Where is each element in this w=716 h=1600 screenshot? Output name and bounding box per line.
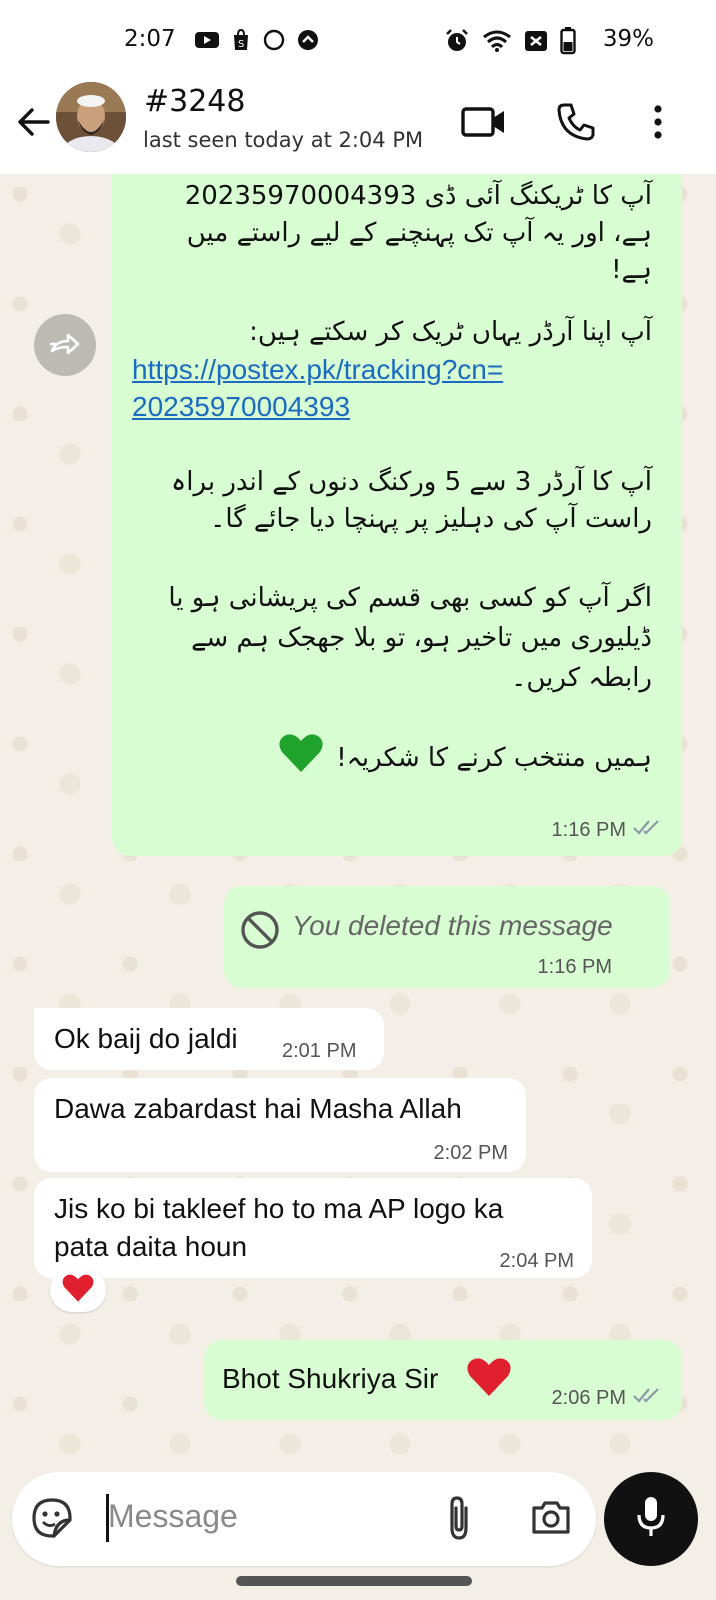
last-seen-status: last seen today at 2:04 PM (143, 128, 424, 152)
message-time: 2:04 PM (499, 1250, 574, 1272)
status-bar: 2:07 S 39% (0, 0, 716, 82)
sticker-icon[interactable] (30, 1496, 74, 1544)
message-line: ہے! (611, 255, 652, 285)
tracking-link-continued[interactable]: 20235970004393 (132, 388, 350, 425)
message-bubble-outgoing[interactable]: Bhot Shukriya Sir 2:06 PM (204, 1340, 682, 1420)
message-bubble-incoming[interactable]: Dawa zabardast hai Masha Allah 2:02 PM (34, 1078, 526, 1172)
red-heart-icon (466, 1356, 512, 1402)
attach-icon[interactable] (444, 1494, 474, 1546)
reaction-badge[interactable] (50, 1268, 106, 1312)
circle-icon (262, 28, 286, 56)
message-meta: 2:06 PM (552, 1386, 662, 1410)
read-ticks-icon (632, 1386, 662, 1410)
signal-x-icon (524, 29, 548, 57)
avatar[interactable] (56, 82, 126, 152)
mic-icon (634, 1495, 668, 1543)
message-time: 1:16 PM (537, 956, 612, 978)
message-time: 2:06 PM (551, 1386, 626, 1409)
chat-header: #3248 last seen today at 2:04 PM (0, 82, 716, 174)
red-heart-icon (61, 1273, 95, 1307)
message-line: آپ کا آرڈر 3 سے 5 ورکنگ دنوں کے اندر برا… (171, 467, 652, 497)
wifi-icon (482, 29, 512, 57)
deleted-message-text: You deleted this message (292, 910, 613, 941)
message-line: آپ اپنا آرڈر یہاں ٹریک کر سکتے ہیں: (249, 317, 652, 347)
message-line: ہمیں منتخب کرنے کا شکریہ! (336, 743, 652, 773)
camera-icon[interactable] (530, 1498, 572, 1540)
tracking-link[interactable]: https://postex.pk/tracking?cn= (132, 351, 503, 388)
back-arrow-icon[interactable] (14, 102, 54, 142)
message-time: 1:16 PM (551, 818, 626, 841)
video-call-icon[interactable] (460, 98, 508, 146)
message-text: pata daita houn (54, 1231, 248, 1262)
message-line: اگر آپ کو کسی بھی قسم کی پریشانی ہو یا (168, 583, 652, 613)
forward-icon[interactable] (34, 314, 96, 376)
message-line: راست آپ کی دہلیز پر پہنچا دیا جائے گا۔ (210, 504, 652, 534)
message-line: ہے، اور یہ آپ تک پہنچنے کے لیے راستے میں (186, 218, 652, 248)
message-bubble-outgoing[interactable]: آپ کا ٹریکنگ آئی ڈی 20235970004393 ہے، ا… (112, 174, 682, 856)
youtube-icon (194, 30, 220, 54)
more-vert-icon[interactable] (634, 98, 682, 146)
message-text: Ok baij do jaldi (54, 1023, 238, 1054)
message-meta: 1:16 PM (552, 818, 662, 842)
battery-icon (560, 27, 576, 59)
message-time: 2:01 PM (282, 1040, 357, 1062)
message-time: 2:02 PM (433, 1142, 508, 1164)
message-bubble-incoming[interactable]: Ok baij do jaldi 2:01 PM (34, 1008, 384, 1070)
status-right-icons (444, 27, 576, 59)
message-bubble-incoming[interactable]: Jis ko bi takleef ho to ma AP logo ka pa… (34, 1178, 592, 1278)
alarm-icon (444, 28, 470, 58)
phone-icon[interactable] (552, 98, 600, 146)
battery-percent: 39% (602, 26, 654, 52)
gesture-nav-bar[interactable] (236, 1576, 472, 1586)
svg-text:S: S (238, 39, 244, 50)
dot-circle-icon (296, 28, 320, 56)
status-time: 2:07 (124, 26, 176, 52)
read-ticks-icon (632, 818, 662, 842)
chat-area[interactable]: آپ کا ٹریکنگ آئی ڈی 20235970004393 ہے، ا… (0, 174, 716, 1454)
shopify-icon: S (230, 28, 252, 56)
message-line: ڈیلیوری میں تاخیر ہو، تو بلا جھجک ہم سے (191, 623, 652, 653)
message-placeholder: Message (108, 1498, 238, 1534)
message-text: Bhot Shukriya Sir (222, 1363, 439, 1394)
message-text: Dawa zabardast hai Masha Allah (54, 1093, 462, 1124)
message-line: آپ کا ٹریکنگ آئی ڈی 20235970004393 (184, 181, 652, 211)
status-left-icons: S (194, 28, 320, 56)
message-line: رابطہ کریں۔ (511, 663, 652, 693)
message-text: Jis ko bi takleef ho to ma AP logo ka (54, 1193, 504, 1224)
block-icon (240, 910, 280, 954)
composer-bar: Message (0, 1454, 716, 1600)
contact-name[interactable]: #3248 (144, 84, 245, 119)
green-heart-icon (278, 732, 324, 778)
message-bubble-deleted[interactable]: You deleted this message 1:16 PM (224, 886, 670, 988)
mic-button[interactable] (604, 1472, 698, 1566)
message-input[interactable]: Message (12, 1472, 596, 1566)
